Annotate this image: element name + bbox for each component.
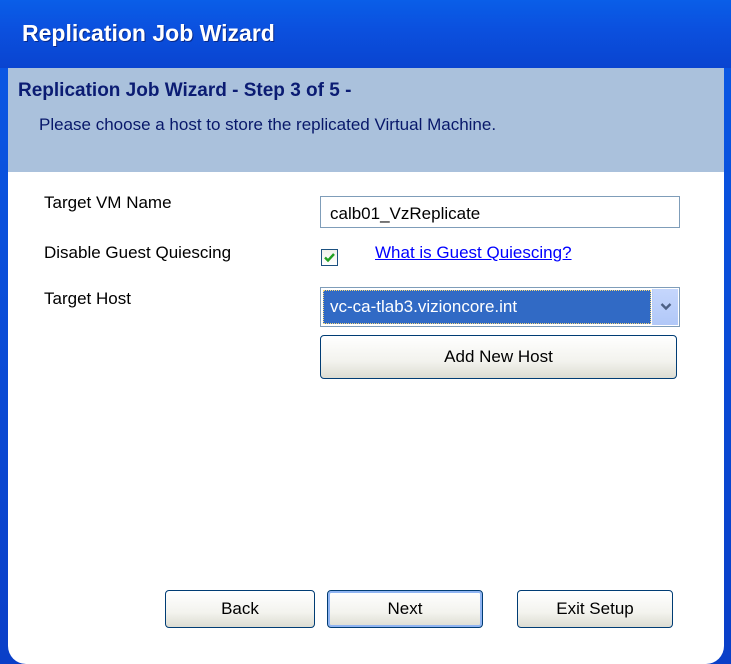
step-description: Please choose a host to store the replic… bbox=[39, 115, 497, 134]
target-host-dropdown-button[interactable] bbox=[652, 289, 678, 325]
window-title: Replication Job Wizard bbox=[22, 20, 275, 46]
target-vm-name-input[interactable]: calb01_VzReplicate bbox=[320, 196, 680, 228]
next-button[interactable]: Next bbox=[327, 590, 483, 628]
disable-quiescing-checkbox[interactable] bbox=[321, 249, 338, 266]
wizard-client-area: Replication Job Wizard - Step 3 of 5 - P… bbox=[8, 68, 724, 664]
disable-quiescing-label: Disable Guest Quiescing bbox=[44, 243, 232, 262]
target-vm-name-label: Target VM Name bbox=[44, 193, 172, 212]
checkmark-icon bbox=[324, 253, 335, 263]
wizard-header: Replication Job Wizard - Step 3 of 5 - P… bbox=[8, 68, 724, 172]
title-bar[interactable]: Replication Job Wizard bbox=[0, 0, 731, 68]
wizard-window: Replication Job Wizard Replication Job W… bbox=[0, 0, 731, 664]
target-host-label: Target Host bbox=[44, 289, 131, 308]
step-title: Replication Job Wizard - Step 3 of 5 - bbox=[18, 80, 352, 101]
back-button[interactable]: Back bbox=[165, 590, 315, 628]
quiescing-help-link[interactable]: What is Guest Quiescing? bbox=[375, 243, 572, 263]
target-host-selected-value: vc-ca-tlab3.vizioncore.int bbox=[323, 290, 651, 324]
exit-setup-button[interactable]: Exit Setup bbox=[517, 590, 673, 628]
add-new-host-button[interactable]: Add New Host bbox=[320, 335, 677, 379]
chevron-down-icon bbox=[660, 303, 672, 311]
target-host-select[interactable]: vc-ca-tlab3.vizioncore.int bbox=[320, 287, 680, 327]
